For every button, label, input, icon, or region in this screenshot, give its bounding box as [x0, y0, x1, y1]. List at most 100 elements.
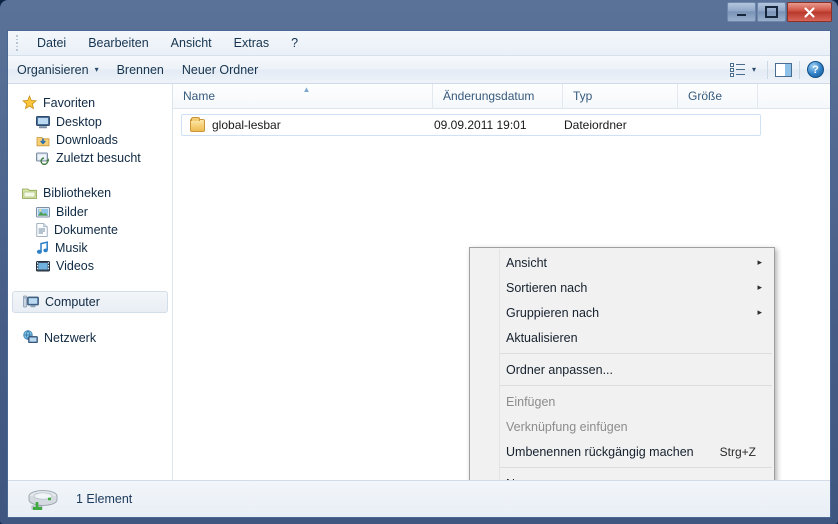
menu-bearbeiten[interactable]: Bearbeiten	[77, 33, 159, 53]
minimize-button[interactable]	[727, 2, 756, 22]
sidebar-item-netzwerk[interactable]: Netzwerk	[8, 327, 172, 348]
network-icon	[23, 330, 38, 344]
column-label-name: Name	[183, 89, 216, 103]
context-item-gruppieren-nach[interactable]: Gruppieren nach ▸	[470, 300, 774, 325]
context-separator-1	[500, 353, 772, 354]
explorer-window: ▾ ▸ Computer ▸ (G:) ▸ ▾	[0, 0, 838, 524]
cell-name: global-lesbar	[182, 116, 434, 132]
sort-ascending-icon: ▲	[302, 84, 311, 94]
menu-extras[interactable]: Extras	[223, 33, 280, 53]
sidebar-item-bibliotheken[interactable]: Bibliotheken	[8, 183, 172, 203]
desktop-icon	[36, 115, 50, 128]
context-label-umbenennen-rueckgaengig: Umbenennen rückgängig machen	[506, 444, 694, 459]
sidebar-label-computer: Computer	[45, 295, 100, 309]
toolbar-divider	[767, 60, 768, 79]
column-headers: ▲ Name Änderungsdatum Typ Größe	[173, 84, 830, 109]
column-header-name[interactable]: ▲ Name	[173, 84, 433, 109]
context-item-sortieren-nach[interactable]: Sortieren nach ▸	[470, 275, 774, 300]
submenu-arrow-icon: ▸	[757, 307, 762, 317]
star-icon	[22, 95, 37, 110]
close-icon	[804, 6, 815, 18]
menu-datei[interactable]: Datei	[26, 33, 77, 53]
context-label-gruppieren-nach: Gruppieren nach	[506, 305, 600, 320]
column-header-type[interactable]: Typ	[563, 84, 678, 109]
recent-places-icon	[36, 152, 49, 165]
favorites-group: Favoriten Desktop Downloads Zuletzt besu…	[8, 92, 172, 167]
sidebar-label-musik: Musik	[55, 241, 88, 255]
organize-button[interactable]: Organisieren ▾	[8, 59, 108, 81]
menu-hilfe[interactable]: ?	[280, 33, 309, 53]
context-item-verknuepfung-einfuegen: Verknüpfung einfügen	[470, 414, 774, 439]
new-folder-button[interactable]: Neuer Ordner	[173, 59, 267, 81]
menu-grip-handle[interactable]	[12, 35, 22, 51]
sidebar-item-favoriten[interactable]: Favoriten	[8, 92, 172, 113]
chevron-down-icon: ▾	[94, 65, 99, 74]
toolbar-divider-2	[799, 60, 800, 79]
sidebar-label-videos: Videos	[56, 259, 94, 273]
column-label-type: Typ	[573, 89, 593, 103]
sidebar-label-zuletzt-besucht: Zuletzt besucht	[56, 151, 141, 165]
context-label-ansicht: Ansicht	[506, 255, 547, 270]
context-item-umbenennen-rueckgaengig[interactable]: Umbenennen rückgängig machen Strg+Z	[470, 439, 774, 464]
videos-icon	[36, 260, 50, 271]
submenu-arrow-icon: ▸	[757, 282, 762, 292]
context-separator-2	[500, 385, 772, 386]
context-item-einfuegen: Einfügen	[470, 389, 774, 414]
sidebar-item-musik[interactable]: Musik	[8, 239, 172, 257]
context-item-ansicht[interactable]: Ansicht ▸	[470, 250, 774, 275]
navigation-pane: Favoriten Desktop Downloads Zuletzt besu…	[8, 84, 173, 480]
context-label-aktualisieren: Aktualisieren	[506, 330, 578, 345]
context-label-verknuepfung-einfuegen: Verknüpfung einfügen	[506, 419, 628, 434]
context-item-neu[interactable]: Neu ▸	[470, 471, 774, 481]
file-list-pane: ▲ Name Änderungsdatum Typ Größe global-l…	[173, 84, 830, 480]
panes-container: Favoriten Desktop Downloads Zuletzt besu…	[8, 84, 830, 480]
sidebar-item-desktop[interactable]: Desktop	[8, 113, 172, 131]
network-drive-icon	[24, 484, 62, 514]
sidebar-label-desktop: Desktop	[56, 115, 102, 129]
libraries-icon	[22, 188, 37, 199]
file-name: global-lesbar	[212, 118, 281, 132]
folder-icon	[190, 116, 205, 132]
sidebar-label-bilder: Bilder	[56, 205, 88, 219]
music-icon	[36, 241, 48, 254]
sidebar-item-bilder[interactable]: Bilder	[8, 203, 172, 221]
context-item-ordner-anpassen[interactable]: Ordner anpassen...	[470, 357, 774, 382]
window-controls	[727, 2, 832, 22]
context-label-sortieren-nach: Sortieren nach	[506, 280, 588, 295]
close-button[interactable]	[787, 2, 832, 22]
organize-label: Organisieren	[17, 62, 89, 77]
sidebar-label-favoriten: Favoriten	[43, 95, 96, 110]
context-item-aktualisieren[interactable]: Aktualisieren	[470, 325, 774, 350]
column-header-size[interactable]: Größe	[678, 84, 758, 109]
submenu-arrow-icon: ▸	[757, 257, 762, 267]
status-bar: 1 Element	[8, 480, 830, 517]
status-text: 1 Element	[76, 492, 133, 506]
sidebar-item-zuletzt-besucht[interactable]: Zuletzt besucht	[8, 149, 172, 167]
table-row[interactable]: global-lesbar 09.09.2011 19:01 Dateiordn…	[181, 114, 761, 136]
context-separator-3	[500, 467, 772, 468]
cell-type: Dateiordner	[564, 118, 627, 132]
burn-button[interactable]: Brennen	[108, 59, 173, 81]
sidebar-label-bibliotheken: Bibliotheken	[43, 186, 112, 200]
menu-bar: Datei Bearbeiten Ansicht Extras ?	[8, 31, 830, 56]
column-header-modified[interactable]: Änderungsdatum	[433, 84, 563, 109]
menu-ansicht[interactable]: Ansicht	[160, 33, 223, 53]
context-label-neu: Neu	[506, 477, 529, 481]
sidebar-item-downloads[interactable]: Downloads	[8, 131, 172, 149]
sidebar-item-videos[interactable]: Videos	[8, 257, 172, 275]
help-icon[interactable]: ?	[807, 61, 824, 78]
view-options-icon[interactable]	[729, 62, 746, 77]
column-label-size: Größe	[688, 89, 723, 103]
toolbar-right-group: ▾ ?	[729, 60, 830, 79]
documents-icon	[36, 223, 48, 237]
view-chevron-down-icon[interactable]: ▾	[748, 65, 760, 74]
sidebar-item-computer[interactable]: Computer	[12, 291, 168, 313]
computer-icon	[23, 295, 39, 308]
preview-pane-icon[interactable]	[775, 62, 792, 77]
sidebar-item-dokumente[interactable]: Dokumente	[8, 221, 172, 239]
context-label-ordner-anpassen: Ordner anpassen...	[506, 362, 614, 377]
maximize-button[interactable]	[757, 2, 786, 22]
